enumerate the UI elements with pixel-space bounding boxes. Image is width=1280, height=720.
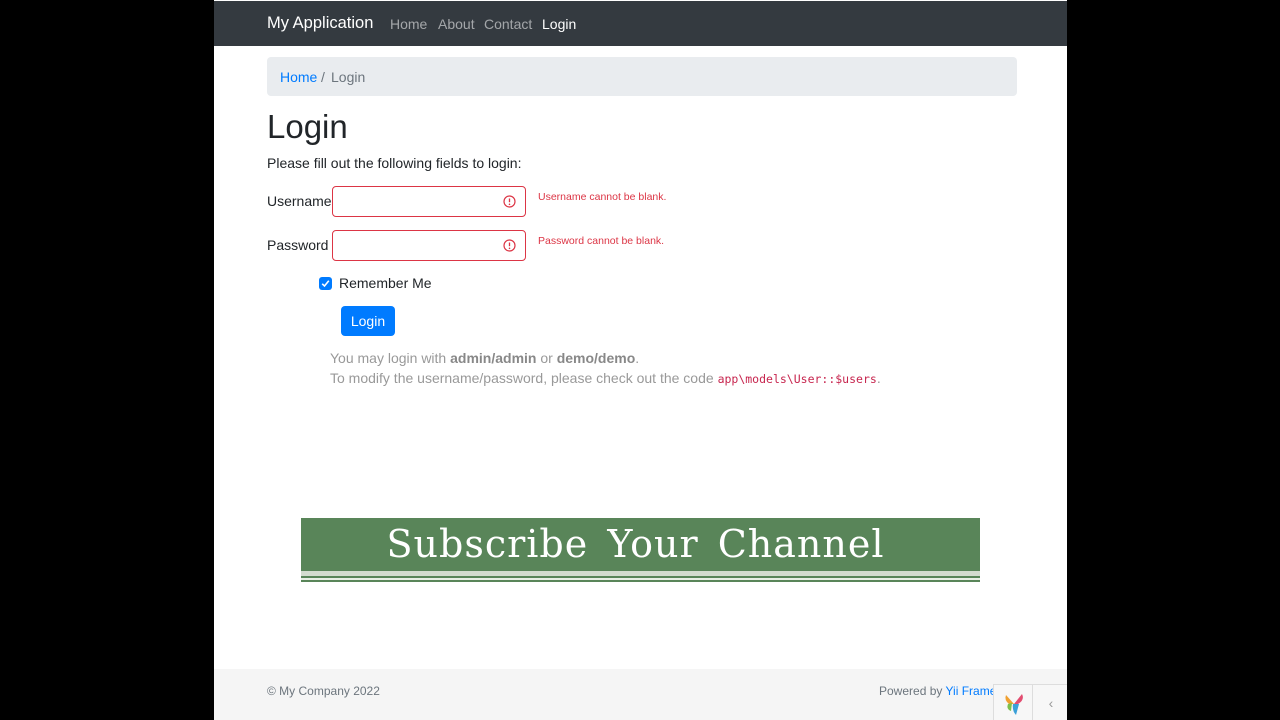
chevron-left-icon[interactable]: ‹ xyxy=(1032,685,1067,720)
footer-copyright: © My Company 2022 xyxy=(267,684,380,698)
username-label: Username xyxy=(267,193,332,209)
banner-stripe xyxy=(301,578,980,580)
hint-text: . xyxy=(635,350,640,366)
breadcrumb-current: Login xyxy=(331,69,366,85)
subscribe-banner: Subscribe Your Channel xyxy=(301,518,980,582)
hint-code: app\models\User::$users xyxy=(717,372,877,386)
hint-credential-demo: demo/demo xyxy=(556,350,636,366)
login-button[interactable]: Login xyxy=(341,306,395,336)
subscribe-banner-text: Subscribe Your Channel xyxy=(386,522,885,566)
nav-link-login[interactable]: Login xyxy=(542,16,576,32)
password-label: Password xyxy=(267,237,329,253)
hint-text: . xyxy=(876,370,881,386)
error-icon xyxy=(503,239,516,252)
username-error: Username cannot be blank. xyxy=(538,191,667,203)
yii-framework-link[interactable]: Yii Frame xyxy=(946,684,997,698)
username-field-wrapper xyxy=(332,186,526,217)
login-hint-line1: You may login with admin/admin or demo/d… xyxy=(330,350,639,366)
nav-link-contact[interactable]: Contact xyxy=(484,16,532,32)
navbar: My Application Home About Contact Login xyxy=(214,1,1067,46)
yii-logo-icon[interactable] xyxy=(1000,689,1028,717)
remember-me-checkbox[interactable] xyxy=(319,277,332,290)
brand-link[interactable]: My Application xyxy=(267,14,373,33)
hint-text: To modify the username/password, please … xyxy=(330,370,718,386)
breadcrumb-separator: / xyxy=(321,69,325,85)
page-intro: Please fill out the following fields to … xyxy=(267,155,522,171)
password-error: Password cannot be blank. xyxy=(538,235,665,247)
page: My Application Home About Contact Login … xyxy=(214,0,1067,720)
hint-text: or xyxy=(536,350,557,366)
nav-link-home[interactable]: Home xyxy=(390,16,427,32)
nav-link-about[interactable]: About xyxy=(438,16,475,32)
footer-powered-by: Powered by Yii Frame xyxy=(879,684,996,698)
error-icon xyxy=(503,195,516,208)
breadcrumb: Home / Login xyxy=(267,57,1017,96)
breadcrumb-home-link[interactable]: Home xyxy=(280,69,317,85)
password-field-wrapper xyxy=(332,230,526,261)
password-input[interactable] xyxy=(341,232,505,261)
login-hint-line2: To modify the username/password, please … xyxy=(330,370,881,386)
hint-credential-admin: admin/admin xyxy=(450,350,537,366)
remember-me-label[interactable]: Remember Me xyxy=(339,275,432,291)
footer: © My Company 2022 Powered by Yii Frame xyxy=(214,669,1067,720)
powered-by-text: Powered by xyxy=(879,684,946,698)
check-icon xyxy=(321,280,330,288)
debug-toolbar: ‹ xyxy=(993,684,1067,720)
hint-text: You may login with xyxy=(330,350,451,366)
page-title: Login xyxy=(267,108,348,145)
username-input[interactable] xyxy=(341,188,505,217)
